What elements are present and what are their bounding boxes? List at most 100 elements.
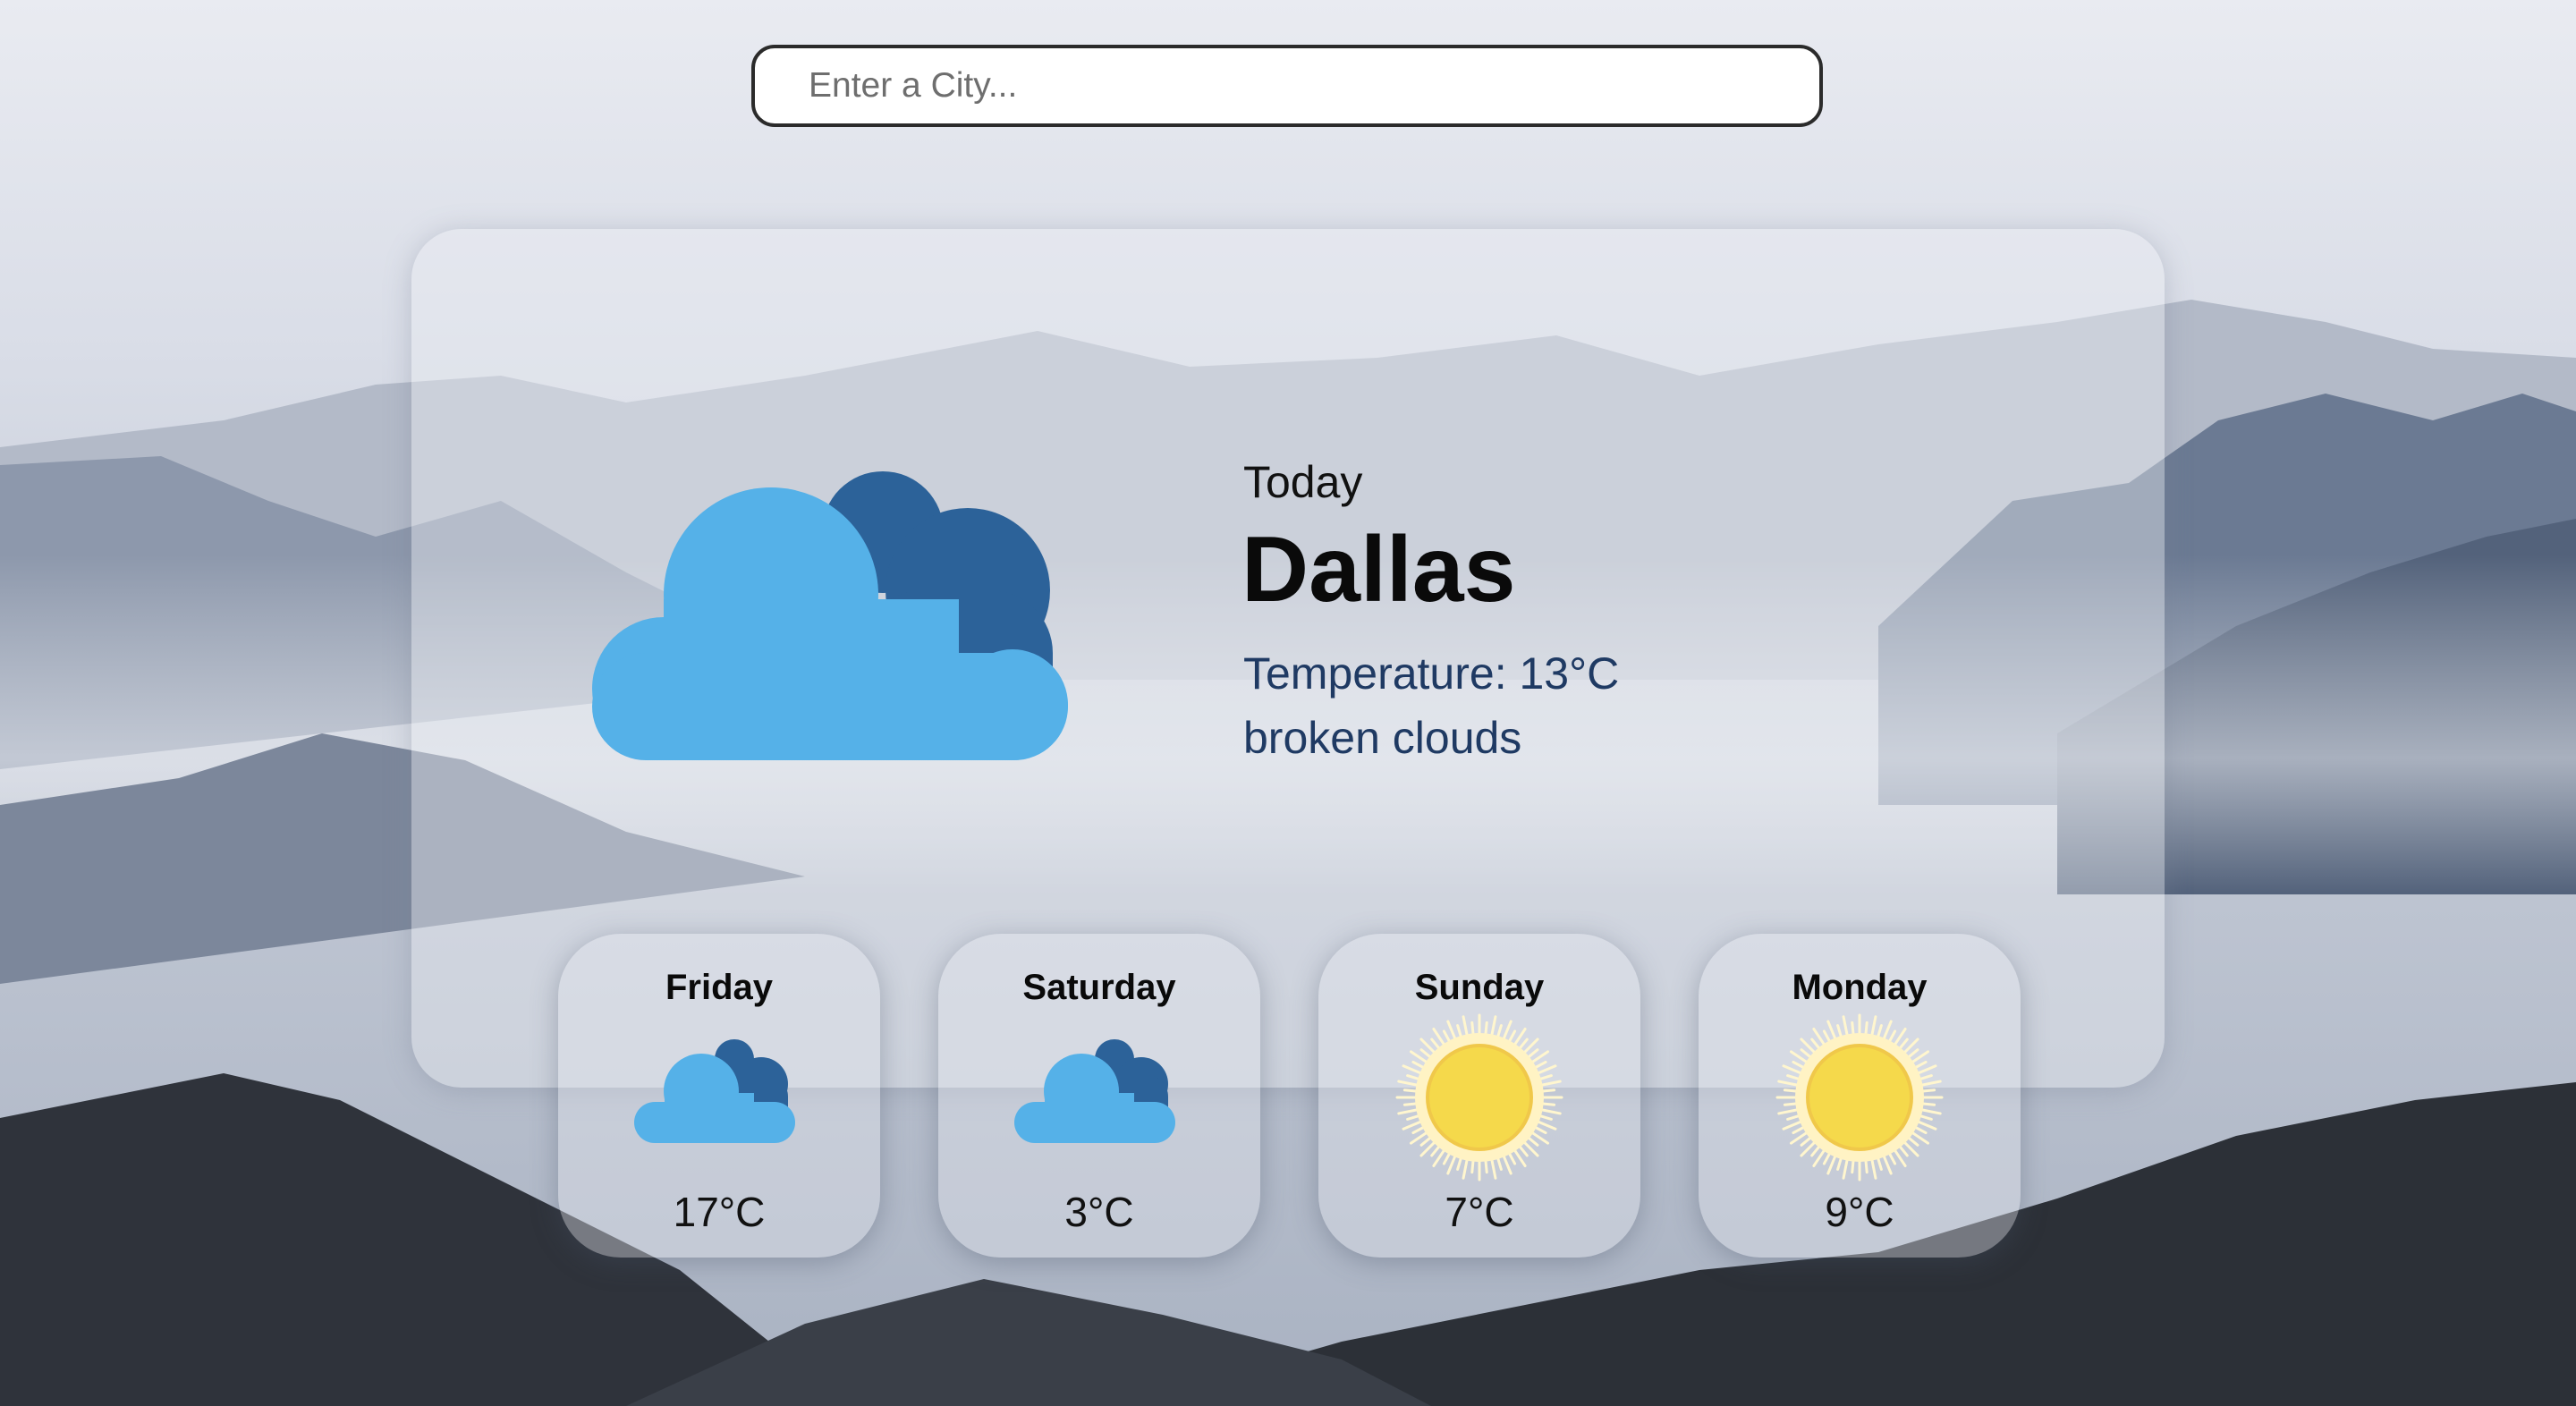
forecast-day-label: Monday xyxy=(1792,968,1928,1007)
sun-ray xyxy=(1920,1088,1936,1093)
sun-ray xyxy=(1810,1038,1822,1051)
sun-ray xyxy=(1502,1020,1513,1041)
sun-ray xyxy=(1786,1114,1801,1121)
sun-ray xyxy=(1540,1102,1556,1106)
sun-ray xyxy=(1539,1080,1562,1087)
sun-ray xyxy=(1913,1060,1928,1070)
sun-ray xyxy=(1526,1135,1539,1147)
sun-ray xyxy=(1864,1021,1868,1037)
sun-ray xyxy=(1913,1125,1928,1135)
forecast-temperature: 9°C xyxy=(1825,1189,1894,1235)
sun-ray xyxy=(1916,1120,1937,1131)
sun-ray xyxy=(1918,1074,1933,1081)
sun-ray xyxy=(1919,1080,1942,1087)
sun-ray xyxy=(1484,1021,1488,1037)
sun-ray xyxy=(1800,1135,1813,1147)
sun-ray xyxy=(1777,1080,1800,1087)
sun-ray xyxy=(1897,1144,1909,1157)
sun-ray xyxy=(1526,1048,1539,1060)
forecast-day-label: Saturday xyxy=(1022,968,1176,1007)
broken-clouds-icon xyxy=(634,1039,795,1143)
forecast-temperature: 17°C xyxy=(673,1189,766,1235)
forecast-card-friday: Friday 17°C xyxy=(558,934,880,1258)
sun-ray xyxy=(1517,1038,1529,1051)
sun-ray xyxy=(1462,1157,1469,1180)
sun-icon xyxy=(1775,1013,1944,1182)
sun-ray xyxy=(1430,1038,1442,1051)
sun-ray xyxy=(1870,1157,1877,1180)
sun-ray xyxy=(1810,1144,1822,1157)
sun-ray xyxy=(1836,1156,1843,1171)
sun-ray xyxy=(1470,1158,1475,1174)
sun-ray xyxy=(1517,1144,1529,1157)
sun-ray xyxy=(1887,1029,1897,1044)
sun-ray xyxy=(1536,1064,1557,1075)
sun-ray xyxy=(1442,1151,1452,1165)
sun-ray xyxy=(1456,1024,1463,1039)
sun-ray xyxy=(1419,1048,1433,1060)
sun-ray xyxy=(1822,1029,1832,1044)
city-search-input[interactable] xyxy=(755,48,1819,123)
sun-ray xyxy=(1870,1015,1877,1038)
sun-ray xyxy=(1777,1108,1800,1115)
current-temperature: Temperature: 13°C xyxy=(1243,648,1620,699)
sun-ray xyxy=(1836,1024,1843,1039)
sun-ray xyxy=(1792,1125,1806,1135)
sun-ray xyxy=(1430,1144,1442,1157)
sun-ray xyxy=(1536,1120,1557,1131)
city-name: Dallas xyxy=(1241,518,1516,622)
sun-ray xyxy=(1842,1157,1849,1180)
sun-ray xyxy=(1851,1021,1855,1037)
sun-ray xyxy=(1539,1108,1562,1115)
sun-ray xyxy=(1826,1154,1837,1175)
sun-ray xyxy=(1897,1038,1909,1051)
sun-ray xyxy=(1887,1151,1897,1165)
sun-ray xyxy=(1446,1154,1457,1175)
sun-ray xyxy=(1916,1064,1937,1075)
sun-ray xyxy=(1533,1125,1547,1135)
sun-ray xyxy=(1876,1156,1883,1171)
sun-ray xyxy=(1496,1156,1503,1171)
sun-ray xyxy=(1397,1108,1419,1115)
today-label: Today xyxy=(1243,457,1363,507)
sun-ray xyxy=(1864,1158,1868,1174)
sun-ray xyxy=(1502,1154,1513,1175)
sun-ray xyxy=(1402,1088,1419,1093)
sun-ray xyxy=(1822,1151,1832,1165)
sun-ray xyxy=(1442,1029,1452,1044)
sun-ray xyxy=(1411,1060,1426,1070)
sun-ray xyxy=(1919,1108,1942,1115)
sun-ray xyxy=(1470,1021,1475,1037)
sun-ray xyxy=(1456,1156,1463,1171)
sun-ray xyxy=(1882,1020,1893,1041)
sun-ray xyxy=(1538,1114,1553,1121)
sun-ray xyxy=(1792,1060,1806,1070)
sun-ray xyxy=(1490,1015,1497,1038)
city-search-box[interactable] xyxy=(751,45,1823,127)
sun-ray xyxy=(1876,1024,1883,1039)
forecast-temperature: 7°C xyxy=(1445,1189,1514,1235)
sun-icon xyxy=(1395,1013,1563,1182)
sun-ray xyxy=(1851,1158,1855,1174)
sun-ray xyxy=(1906,1135,1919,1147)
sun-ray xyxy=(1484,1158,1488,1174)
weather-description: broken clouds xyxy=(1243,713,1522,763)
sun-ray xyxy=(1402,1064,1423,1075)
sun-ray xyxy=(1490,1157,1497,1180)
sun-ray xyxy=(1397,1080,1419,1087)
sun-ray xyxy=(1782,1064,1803,1075)
sun-ray xyxy=(1402,1120,1423,1131)
sun-ray xyxy=(1419,1135,1433,1147)
sun-ray xyxy=(1507,1151,1517,1165)
sun-ray xyxy=(1826,1020,1837,1041)
forecast-card-monday: Monday 9°C xyxy=(1699,934,2021,1258)
sun-ray xyxy=(1918,1114,1933,1121)
sun-ray xyxy=(1411,1125,1426,1135)
sun-ray xyxy=(1920,1102,1936,1106)
broken-clouds-icon xyxy=(592,471,1068,760)
sun-ray xyxy=(1800,1048,1813,1060)
sun-ray xyxy=(1496,1024,1503,1039)
forecast-temperature: 3°C xyxy=(1064,1189,1134,1235)
forecast-day-label: Friday xyxy=(665,968,774,1007)
sun-ray xyxy=(1402,1102,1419,1106)
